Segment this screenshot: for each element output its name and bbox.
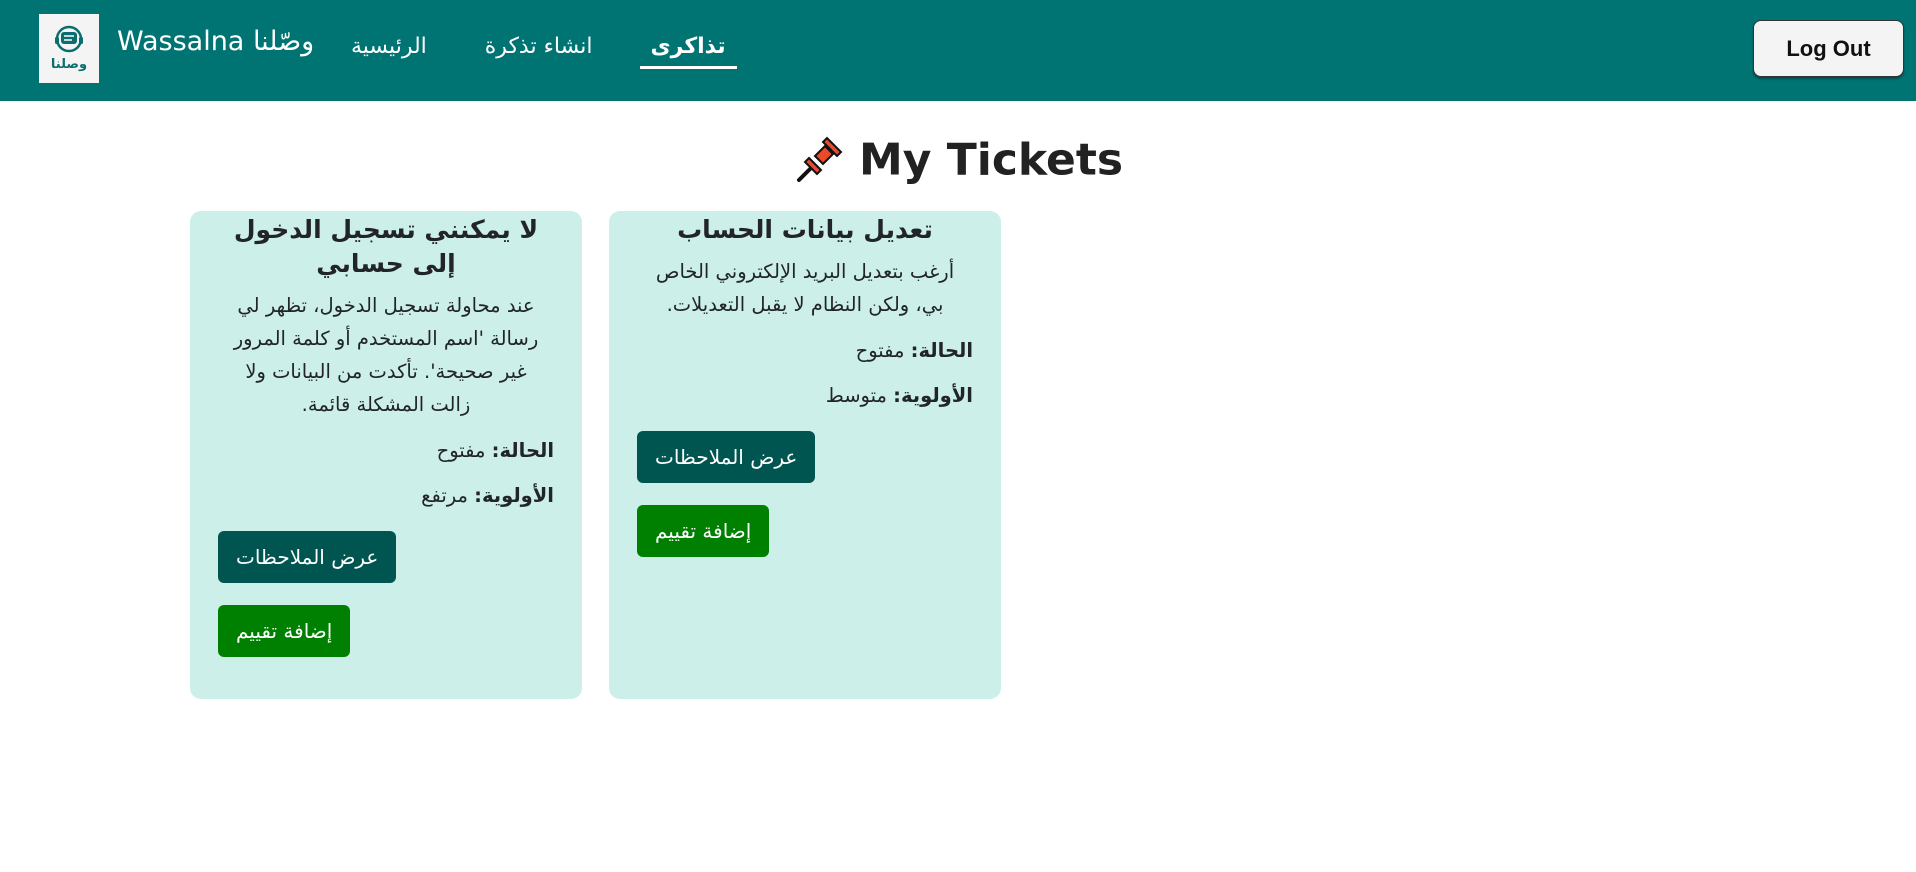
priority-label: الأولوية: [474,484,554,507]
logout-button[interactable]: Log Out [1753,20,1904,77]
status-label: الحالة: [491,439,554,462]
nav-links: الرئيسية انشاء تذكرة تذاكرى [340,30,773,69]
ticket-title: تعديل بيانات الحساب [677,215,933,244]
priority-value: مرتفع [421,484,468,507]
ticket-title: لا يمكنني تسجيل الدخول إلى حسابي [233,215,539,278]
priority-value: متوسط [825,384,887,407]
nav-link-create-ticket[interactable]: انشاء تذكرة [474,30,604,69]
view-notes-button[interactable]: عرض الملاحظات [637,431,816,483]
add-rating-button[interactable]: إضافة تقييم [637,505,770,557]
ticket-description: أرغب بتعديل البريد الإلكتروني الخاص بي، … [655,260,955,316]
logo-word: وصلنا [50,57,88,72]
chat-support-icon [55,25,83,53]
view-notes-button[interactable]: عرض الملاحظات [218,531,397,583]
top-navbar: وصلنا Wassalna وصّلنا الرئيسية انشاء تذك… [0,0,1916,101]
status-value: مفتوح [436,439,486,462]
brand-title[interactable]: Wassalna وصّلنا [117,26,314,57]
nav-link-home[interactable]: الرئيسية [340,30,438,69]
status-label: الحالة: [910,339,973,362]
ticket-card: لا يمكنني تسجيل الدخول إلى حسابي عند محا… [190,211,582,699]
ticket-status: الحالة: مفتوح [637,339,973,362]
brand-logo[interactable]: وصلنا [39,14,99,83]
pushpin-icon [796,136,843,182]
tickets-list: لا يمكنني تسجيل الدخول إلى حسابي عند محا… [190,211,1028,699]
priority-label: الأولوية: [893,384,973,407]
ticket-priority: الأولوية: متوسط [637,384,973,407]
add-rating-button[interactable]: إضافة تقييم [218,605,351,657]
page-title: My Tickets [858,134,1124,186]
ticket-status: الحالة: مفتوح [218,439,554,462]
status-value: مفتوح [855,339,905,362]
ticket-meta: الحالة: مفتوح الأولوية: مرتفع [218,439,554,507]
page-heading: My Tickets [0,132,1916,186]
ticket-card: تعديل بيانات الحساب أرغب بتعديل البريد ا… [609,211,1001,699]
ticket-meta: الحالة: مفتوح الأولوية: متوسط [637,339,973,407]
ticket-priority: الأولوية: مرتفع [218,484,554,507]
ticket-description: عند محاولة تسجيل الدخول، تظهر لي رسالة '… [233,294,539,416]
nav-link-my-tickets[interactable]: تذاكرى [639,30,737,69]
